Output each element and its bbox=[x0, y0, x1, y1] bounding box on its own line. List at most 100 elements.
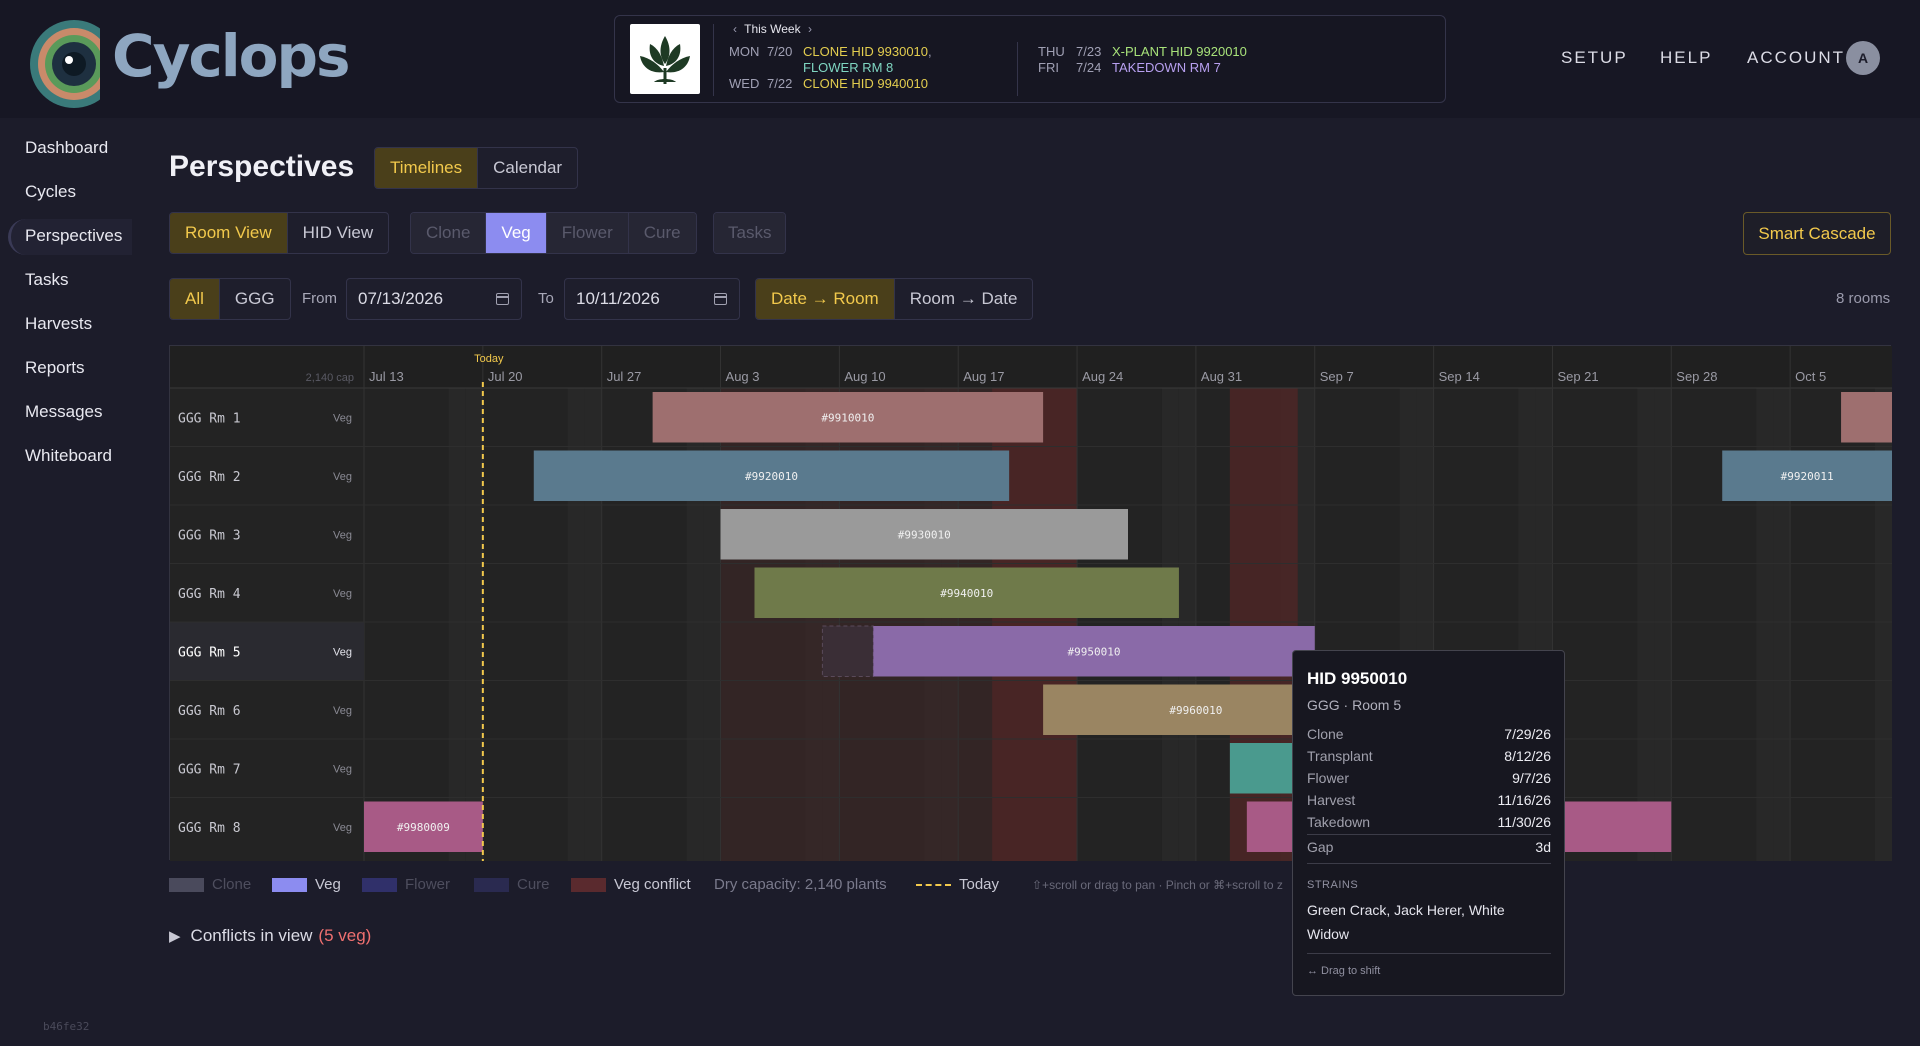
calendar-icon[interactable] bbox=[496, 293, 509, 305]
cyclops-logo[interactable]: Cyclops bbox=[26, 14, 351, 110]
tooltip-strains-heading: STRAINS bbox=[1307, 879, 1359, 891]
nav-account[interactable]: ACCOUNT bbox=[1747, 48, 1845, 68]
weekend-band bbox=[1637, 388, 1655, 861]
week-tick-label: Jul 13 bbox=[369, 369, 404, 384]
view-toggle: Room View HID View bbox=[169, 212, 390, 254]
tooltip-subtitle: GGG · Room 5 bbox=[1307, 697, 1402, 713]
timeline-chart[interactable]: 2,140 cap Jul 13 Jul 20 Jul 27 Aug 3 Aug 10 Au… bbox=[169, 345, 1892, 861]
room-label: GGG Rm 4 bbox=[178, 587, 241, 602]
room-label: GGG Rm 6 bbox=[178, 704, 241, 719]
capacity-label: 2,140 cap bbox=[306, 372, 354, 384]
top-bar: Cyclops ‹ This Week › MON 7/20 CLONE HID 9… bbox=[0, 0, 1920, 118]
week-event-wed[interactable]: WED 7/22 CLONE HID 9940010 bbox=[729, 76, 928, 92]
to-label: To bbox=[538, 290, 554, 307]
divider bbox=[1017, 42, 1018, 96]
week-tick-label: Aug 17 bbox=[963, 369, 1004, 384]
facility-ggg-button[interactable]: GGG bbox=[220, 279, 290, 319]
conflicts-count: (5 veg) bbox=[318, 926, 372, 945]
prev-week-chevron-icon[interactable]: ‹ bbox=[729, 22, 741, 36]
tooltip-row-takedown: Takedown 11/30/26 bbox=[1307, 814, 1551, 830]
divider bbox=[713, 24, 714, 96]
week-tick-label: Aug 24 bbox=[1082, 369, 1123, 384]
bar-label: #9920010 bbox=[745, 470, 798, 483]
legend-flower: Flower bbox=[362, 876, 450, 893]
perspective-tabs: Timelines Calendar bbox=[374, 147, 579, 189]
stage-flower-button[interactable]: Flower bbox=[546, 213, 629, 253]
facility-filter: All GGG bbox=[169, 278, 291, 320]
hid-view-button[interactable]: HID View bbox=[288, 213, 389, 253]
week-tick-label: Jul 20 bbox=[488, 369, 523, 384]
from-date-input[interactable]: 07/13/2026 bbox=[346, 278, 522, 320]
smart-cascade-button[interactable]: Smart Cascade bbox=[1743, 212, 1891, 255]
sidebar-item-whiteboard[interactable]: Whiteboard bbox=[25, 446, 112, 470]
hid-tooltip: HID 9950010 GGG · Room 5 Clone 7/29/26 Tr… bbox=[1292, 650, 1565, 996]
weekend-band bbox=[448, 388, 466, 861]
week-tick-label: Aug 31 bbox=[1201, 369, 1242, 384]
sidebar-item-cycles[interactable]: Cycles bbox=[25, 182, 76, 206]
sort-date-room-button[interactable]: Date → Room bbox=[756, 279, 895, 319]
from-date-value: 07/13/2026 bbox=[358, 289, 444, 308]
tasks-button[interactable]: Tasks bbox=[714, 213, 786, 253]
stage-veg-button[interactable]: Veg bbox=[486, 213, 547, 253]
caret-right-icon: ▶ bbox=[169, 928, 181, 945]
week-tick-label: Sep 14 bbox=[1439, 369, 1480, 384]
week-event-mon[interactable]: MON 7/20 CLONE HID 9930010, FLOWER RM 8 bbox=[729, 44, 932, 76]
sort-room-date-button[interactable]: Room → Date bbox=[895, 279, 1033, 319]
tooltip-drag-hint: ↔ Drag to shift bbox=[1307, 965, 1381, 977]
sidebar-item-reports[interactable]: Reports bbox=[25, 358, 85, 382]
timeline-bar[interactable] bbox=[1841, 392, 1892, 443]
tooltip-strains: Green Crack, Jack Herer, White Widow bbox=[1307, 902, 1505, 942]
bar-label: #9980009 bbox=[397, 821, 450, 834]
nav-setup[interactable]: SETUP bbox=[1561, 48, 1628, 68]
sidebar-item-dashboard[interactable]: Dashboard bbox=[25, 138, 108, 162]
nav-help[interactable]: HELP bbox=[1660, 48, 1712, 68]
stage-cure-button[interactable]: Cure bbox=[628, 213, 696, 253]
sidebar-item-tasks[interactable]: Tasks bbox=[25, 270, 68, 294]
legend-conflict: Veg conflict bbox=[571, 876, 691, 893]
sidebar-item-messages[interactable]: Messages bbox=[25, 402, 102, 426]
tab-calendar[interactable]: Calendar bbox=[478, 148, 577, 188]
bar-label: #9940010 bbox=[940, 587, 993, 600]
legend-today: Today bbox=[916, 876, 999, 893]
next-week-chevron-icon[interactable]: › bbox=[804, 22, 816, 36]
bar-label: #9930010 bbox=[898, 528, 951, 541]
legend-capacity: Dry capacity: 2,140 plants bbox=[714, 876, 887, 893]
conflicts-toggle[interactable]: ▶ Conflicts in view (5 veg) bbox=[169, 926, 371, 946]
avatar[interactable]: A bbox=[1846, 41, 1880, 75]
tooltip-row-flower: Flower 9/7/26 bbox=[1307, 770, 1551, 786]
legend-clone: Clone bbox=[169, 876, 251, 893]
today-label: Today bbox=[474, 353, 504, 365]
week-tick-label: Sep 7 bbox=[1320, 369, 1354, 384]
legend-cure: Cure bbox=[474, 876, 550, 893]
week-event-fri[interactable]: FRI 7/24 TAKEDOWN RM 7 bbox=[1038, 60, 1221, 76]
weekend-band bbox=[1654, 388, 1672, 861]
version-hash: b46fe32 bbox=[43, 1020, 90, 1033]
room-stage-label: Veg bbox=[333, 588, 352, 600]
page-title: Perspectives bbox=[169, 150, 355, 183]
calendar-icon[interactable] bbox=[714, 293, 727, 305]
room-label: GGG Rm 5 bbox=[178, 645, 241, 660]
bar-label: #9920011 bbox=[1781, 470, 1834, 483]
sidebar-item-harvests[interactable]: Harvests bbox=[25, 314, 92, 338]
tab-timelines[interactable]: Timelines bbox=[375, 148, 479, 188]
week-nav: ‹ This Week › bbox=[729, 22, 816, 36]
bar-label: #9950010 bbox=[1068, 645, 1121, 658]
week-tick-label: Aug 10 bbox=[844, 369, 885, 384]
room-stage-label: Veg bbox=[333, 471, 352, 483]
room-label: GGG Rm 8 bbox=[178, 821, 241, 836]
rooms-count: 8 rooms bbox=[1836, 290, 1891, 307]
weekend-band bbox=[1178, 388, 1196, 861]
stage-clone-button[interactable]: Clone bbox=[411, 213, 487, 253]
room-label: GGG Rm 7 bbox=[178, 762, 241, 777]
facility-all-button[interactable]: All bbox=[170, 279, 220, 319]
this-week-panel: ‹ This Week › MON 7/20 CLONE HID 9930010, … bbox=[614, 15, 1446, 103]
weekend-band bbox=[1161, 388, 1179, 861]
week-event-thu[interactable]: THU 7/23 X-PLANT HID 9920010 bbox=[1038, 44, 1247, 60]
sidebar-item-perspectives[interactable]: Perspectives bbox=[25, 226, 122, 250]
divider bbox=[1307, 834, 1551, 835]
tooltip-row-clone: Clone 7/29/26 bbox=[1307, 726, 1551, 742]
to-date-input[interactable]: 10/11/2026 bbox=[564, 278, 740, 320]
gantt-svg[interactable]: 2,140 cap Jul 13 Jul 20 Jul 27 Aug 3 Aug 10 Au… bbox=[170, 346, 1892, 861]
room-label: GGG Rm 3 bbox=[178, 528, 241, 543]
room-view-button[interactable]: Room View bbox=[170, 213, 288, 253]
